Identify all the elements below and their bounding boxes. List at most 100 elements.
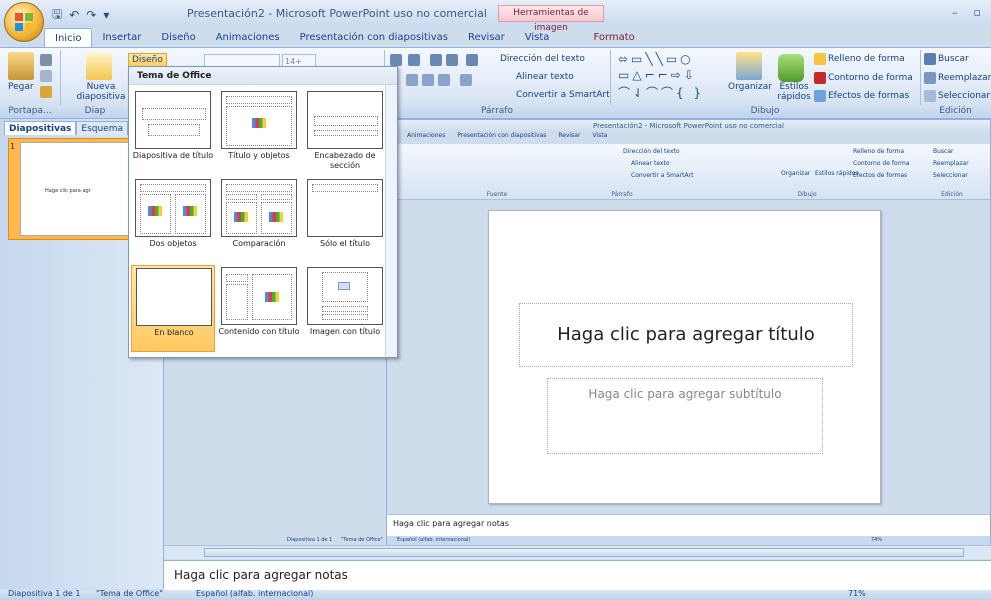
layout-title-slide[interactable]: Diapositiva de título [131, 89, 215, 176]
numbering-icon[interactable] [408, 54, 420, 66]
subtitle-placeholder[interactable]: Haga clic para agregar subtítulo [547, 378, 823, 454]
inner-zoom-level[interactable]: 74% [871, 537, 882, 543]
content-icons [183, 206, 197, 216]
select-button[interactable]: Seleccionar [938, 91, 990, 101]
layout-picture-caption[interactable]: Imagen con título [303, 265, 387, 352]
gallery-scrollbar[interactable] [385, 85, 397, 357]
inner-arrange[interactable]: Organizar [781, 170, 810, 177]
text-box [314, 130, 378, 136]
layout-section-header[interactable]: Encabezado de sección [303, 89, 387, 176]
inner-shape-effects[interactable]: Efectos de formas [853, 172, 907, 179]
layout-title-content[interactable]: Título y objetos [217, 89, 301, 176]
save-icon[interactable]: 🖫 [52, 5, 62, 26]
inner-find[interactable]: Buscar [933, 148, 954, 155]
shape-effects-button[interactable]: Efectos de formas [828, 91, 909, 101]
content-icons [148, 206, 162, 216]
format-painter-icon[interactable] [40, 86, 52, 98]
new-slide-icon[interactable] [86, 52, 112, 80]
paste-button[interactable]: Pegar [8, 82, 34, 92]
inner-tab-presentacion[interactable]: Presentación con diapositivas [457, 132, 546, 143]
align-center-icon[interactable] [406, 74, 418, 86]
new-slide-button[interactable]: Nueva diapositiva [76, 82, 126, 102]
shapes-gallery-row-3[interactable]: ⌒⇃⌒⌒{ } [618, 84, 704, 101]
decrease-indent-icon[interactable] [430, 54, 442, 66]
inner-align-text[interactable]: Alinear texto [631, 160, 670, 167]
tab-formato[interactable]: Formato [573, 28, 654, 48]
justify-icon[interactable] [438, 74, 450, 86]
tab-esquema[interactable]: Esquema [76, 121, 129, 135]
layout-two-content[interactable]: Dos objetos [131, 177, 215, 264]
tab-insertar[interactable]: Insertar [92, 28, 151, 48]
replace-button[interactable]: Reemplazar [938, 73, 991, 83]
copy-icon[interactable] [40, 70, 52, 82]
inner-tab-revisar[interactable]: Revisar [558, 132, 580, 143]
horizontal-scrollbar[interactable] [164, 545, 991, 559]
text-direction-button[interactable]: Dirección del texto [500, 54, 585, 64]
redo-icon[interactable]: ↷ [86, 8, 96, 22]
tab-inicio[interactable]: Inicio [44, 28, 93, 48]
subtitle-box [148, 124, 200, 136]
inner-convert-smartart[interactable]: Convertir a SmartArt [631, 172, 693, 179]
notes-pane[interactable]: Haga clic para agregar notas [164, 560, 991, 590]
replace-icon[interactable] [924, 72, 936, 84]
shapes-gallery-row-2[interactable]: ▭△⌐⌐⇨⇩ [618, 68, 697, 82]
inner-notes-pane[interactable]: Haga clic para agregar notas [387, 514, 990, 536]
select-icon[interactable] [924, 90, 936, 102]
quick-styles-icon[interactable] [778, 54, 804, 82]
shape-outline-icon[interactable] [814, 72, 826, 84]
inner-tab-animaciones[interactable]: Animaciones [407, 132, 445, 143]
find-icon[interactable] [924, 53, 936, 65]
columns-icon[interactable] [460, 74, 472, 86]
slide-number: 1 [10, 142, 16, 151]
tab-presentacion[interactable]: Presentación con diapositivas [290, 28, 458, 48]
bullets-icon[interactable] [390, 54, 402, 66]
quick-styles-button[interactable]: Estilos rápidos [774, 82, 814, 102]
title-placeholder[interactable]: Haga clic para agregar título [519, 303, 853, 367]
inner-shape-fill[interactable]: Relleno de forma [853, 148, 904, 155]
arrange-button[interactable]: Organizar [728, 82, 772, 92]
scrollbar-thumb[interactable] [204, 548, 964, 557]
restore-button[interactable]: ▫ [974, 6, 981, 19]
status-bar: Diapositiva 1 de 1 "Tema de Office" Espa… [0, 589, 991, 600]
find-button[interactable]: Buscar [938, 54, 969, 64]
layout-title-only[interactable]: Sólo el título [303, 177, 387, 264]
shape-fill-icon[interactable] [814, 53, 826, 65]
undo-icon[interactable]: ↶ [69, 8, 79, 22]
layout-blank[interactable]: En blanco [131, 265, 215, 352]
tab-vista[interactable]: Vista [515, 28, 560, 48]
customize-icon[interactable]: ▾ [103, 8, 109, 22]
shape-outline-button[interactable]: Contorno de forma [828, 73, 913, 83]
align-right-icon[interactable] [422, 74, 434, 86]
line-spacing-icon[interactable] [466, 54, 478, 66]
notes-placeholder: Haga clic para agregar notas [174, 568, 348, 582]
slide-canvas[interactable]: Haga clic para agregar título Haga clic … [488, 210, 881, 504]
inner-replace[interactable]: Reemplazar [933, 160, 969, 167]
shapes-gallery-row-1[interactable]: ⬄▭╲╲▭○ [618, 52, 694, 66]
layout-content-caption[interactable]: Contenido con título [217, 265, 301, 352]
increase-indent-icon[interactable] [446, 54, 458, 66]
tab-animaciones[interactable]: Animaciones [206, 28, 290, 48]
tab-revisar[interactable]: Revisar [458, 28, 515, 48]
tab-diseno[interactable]: Diseño [151, 28, 205, 48]
minimize-button[interactable]: – [952, 6, 958, 19]
arrange-icon[interactable] [736, 52, 762, 80]
inner-status-slide: Diapositiva 1 de 1 [287, 537, 333, 543]
inner-select[interactable]: Seleccionar [933, 172, 968, 179]
shape-effects-icon[interactable] [814, 90, 826, 102]
convert-smartart-button[interactable]: Convertir a SmartArt [516, 90, 610, 100]
inner-tab-vista[interactable]: Vista [592, 132, 607, 143]
layout-comparison[interactable]: Comparación [217, 177, 301, 264]
inner-quick-styles[interactable]: Estilos rápidos [815, 170, 859, 177]
align-text-button[interactable]: Alinear texto [516, 72, 574, 82]
layout-label: Diapositiva de título [132, 151, 214, 160]
paste-icon[interactable] [8, 52, 34, 80]
inner-shape-outline[interactable]: Contorno de forma [853, 160, 910, 167]
tab-diapositivas[interactable]: Diapositivas [4, 121, 77, 135]
window-controls: – ▫ [952, 6, 981, 19]
status-zoom-level[interactable]: 71% [848, 589, 866, 598]
layout-button[interactable]: Diseño [128, 53, 167, 67]
shape-fill-button[interactable]: Relleno de forma [828, 54, 905, 64]
office-button[interactable] [4, 2, 44, 42]
inner-text-direction[interactable]: Dirección del texto [623, 148, 680, 155]
cut-icon[interactable] [40, 54, 52, 66]
